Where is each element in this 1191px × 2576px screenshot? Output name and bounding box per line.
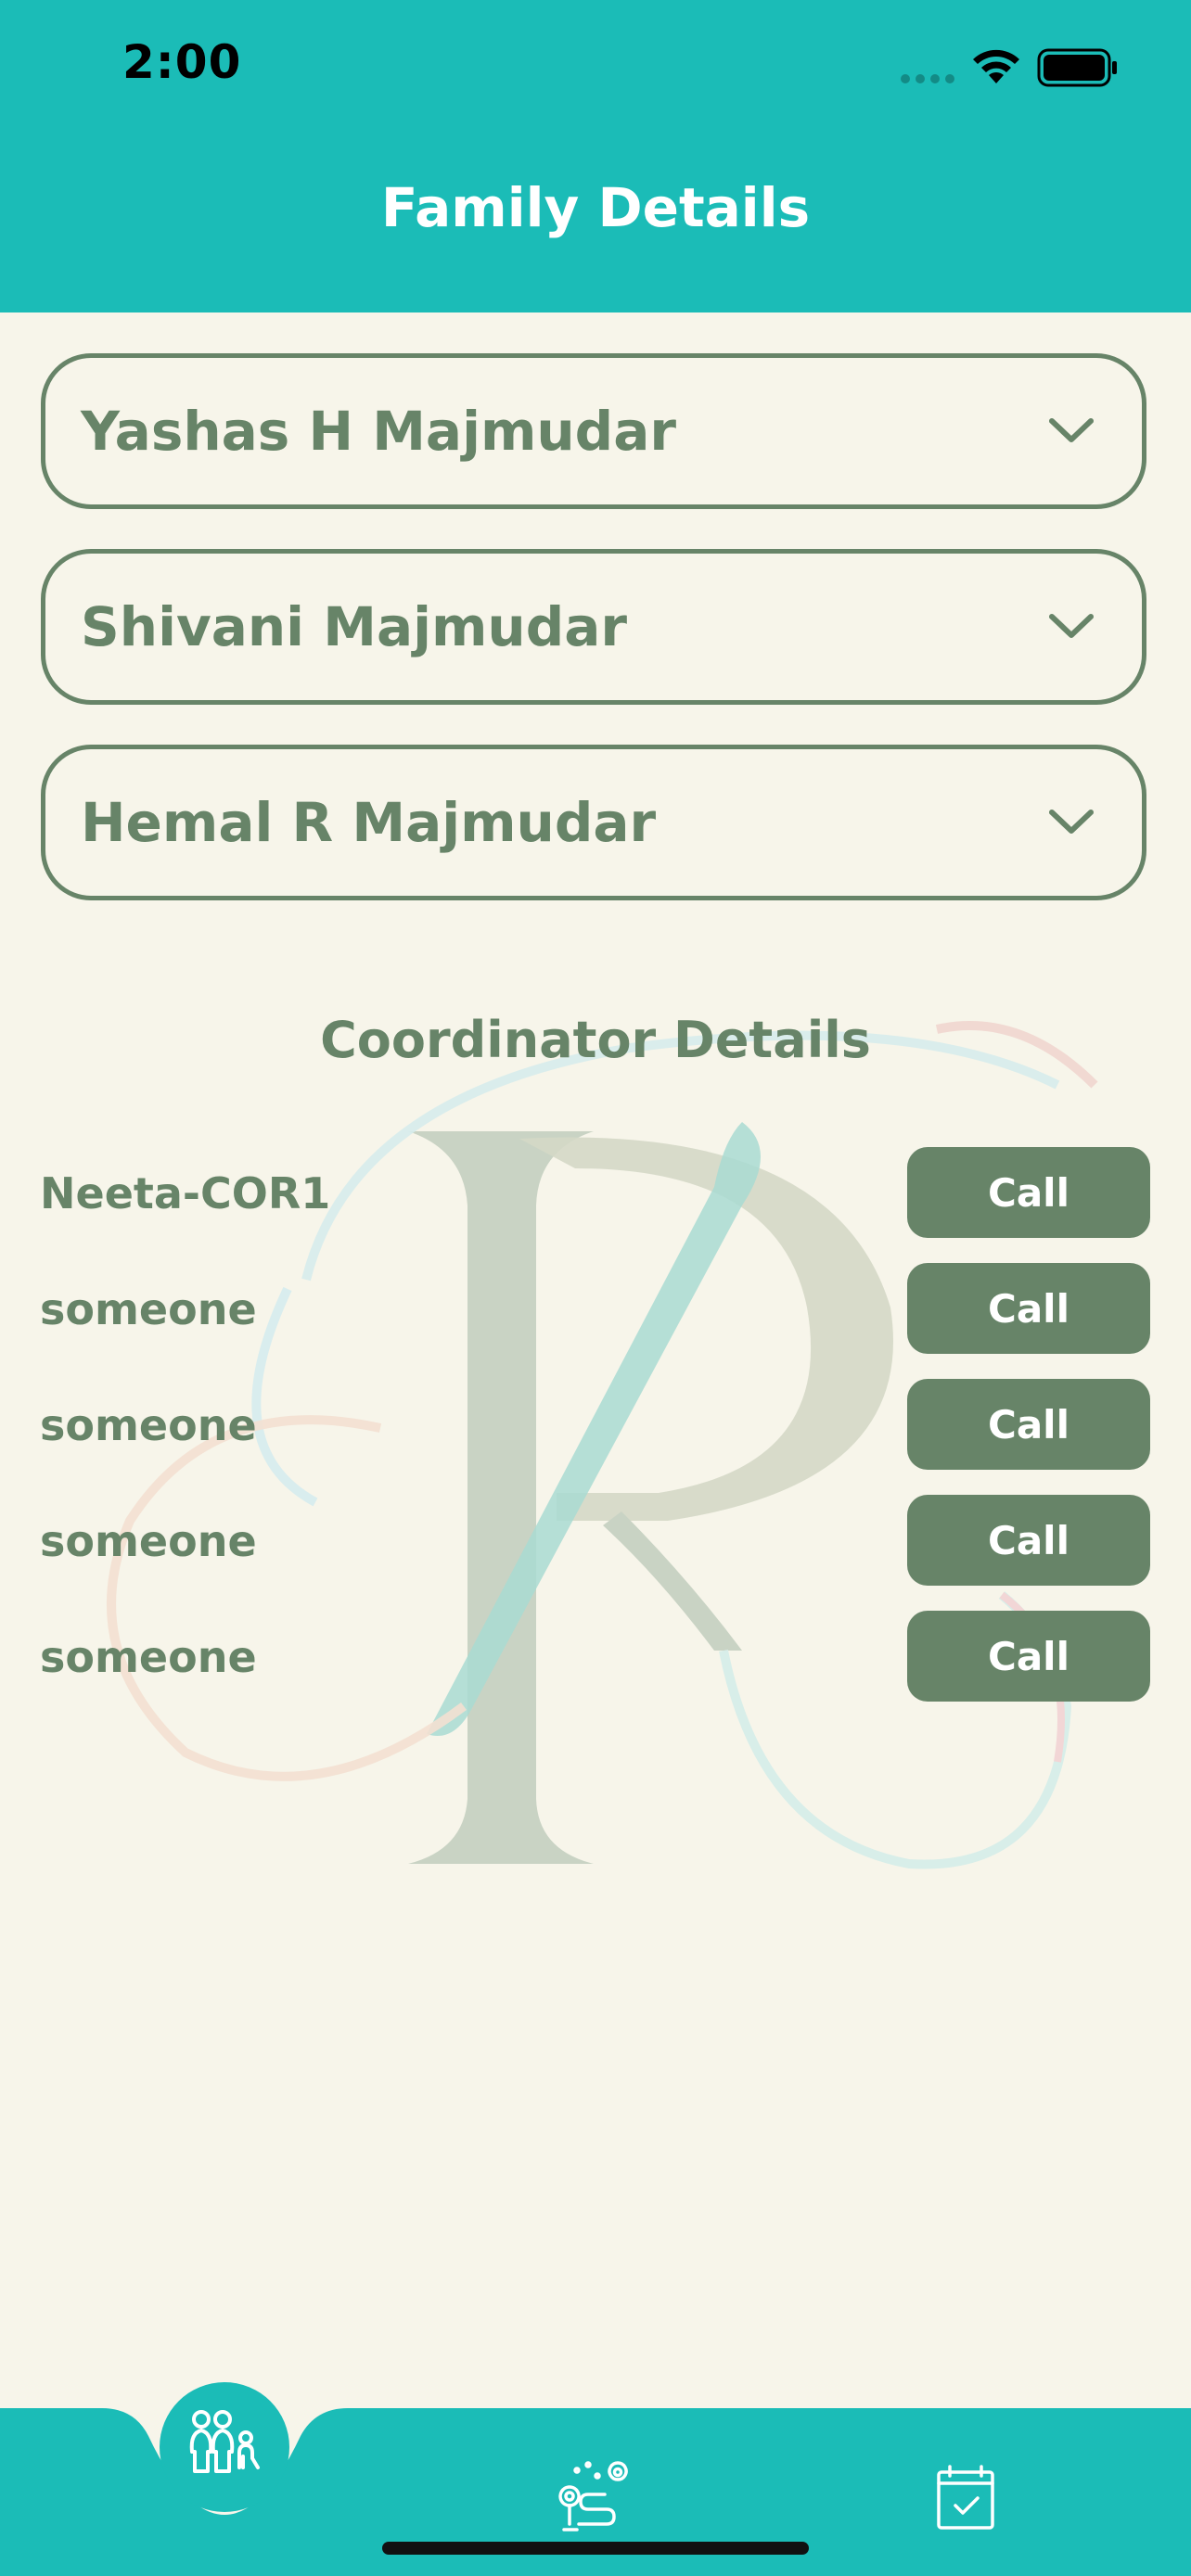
chevron-down-icon: [1049, 418, 1094, 442]
status-time: 2:00: [122, 35, 242, 89]
coordinator-name: someone: [40, 1516, 257, 1566]
tab-journey[interactable]: [557, 2457, 634, 2535]
family-member-dropdown[interactable]: Shivani Majmudar: [41, 549, 1146, 705]
coordinator-row: Neeta-COR1 Call: [0, 1147, 1191, 1240]
coordinator-name: someone: [40, 1632, 257, 1682]
call-button[interactable]: Call: [907, 1379, 1150, 1470]
status-bar: 2:00: [0, 0, 1191, 130]
family-member-name: Yashas H Majmudar: [81, 400, 676, 463]
family-member-dropdown[interactable]: Yashas H Majmudar: [41, 353, 1146, 509]
family-member-name: Hemal R Majmudar: [81, 791, 657, 854]
coordinator-name: someone: [40, 1284, 257, 1334]
journey-route-icon: [558, 2461, 628, 2531]
coordinator-row: someone Call: [0, 1495, 1191, 1588]
call-button[interactable]: Call: [907, 1147, 1150, 1238]
chevron-down-icon: [1049, 810, 1094, 834]
cellular-signal-icon: [901, 74, 954, 83]
coordinator-name: Neeta-COR1: [40, 1168, 331, 1218]
call-button[interactable]: Call: [907, 1611, 1150, 1702]
family-icon: [189, 2410, 260, 2473]
page-title: Family Details: [380, 175, 811, 239]
home-indicator: [382, 2542, 809, 2555]
coordinator-name: someone: [40, 1400, 257, 1450]
call-button[interactable]: Call: [907, 1263, 1150, 1354]
coordinator-section-title: Coordinator Details: [320, 1011, 871, 1069]
tab-calendar[interactable]: [928, 2459, 1005, 2537]
calendar-check-icon: [937, 2465, 994, 2530]
coordinator-row: someone Call: [0, 1379, 1191, 1472]
family-member-name: Shivani Majmudar: [81, 595, 627, 658]
family-member-dropdown[interactable]: Hemal R Majmudar: [41, 745, 1146, 900]
tab-family[interactable]: [160, 2382, 289, 2512]
wifi-icon: [973, 49, 1019, 83]
battery-icon: [1037, 48, 1117, 87]
header: Family Details: [0, 130, 1191, 312]
coordinator-row: someone Call: [0, 1611, 1191, 1703]
chevron-down-icon: [1049, 614, 1094, 638]
call-button[interactable]: Call: [907, 1495, 1150, 1586]
coordinator-row: someone Call: [0, 1263, 1191, 1356]
